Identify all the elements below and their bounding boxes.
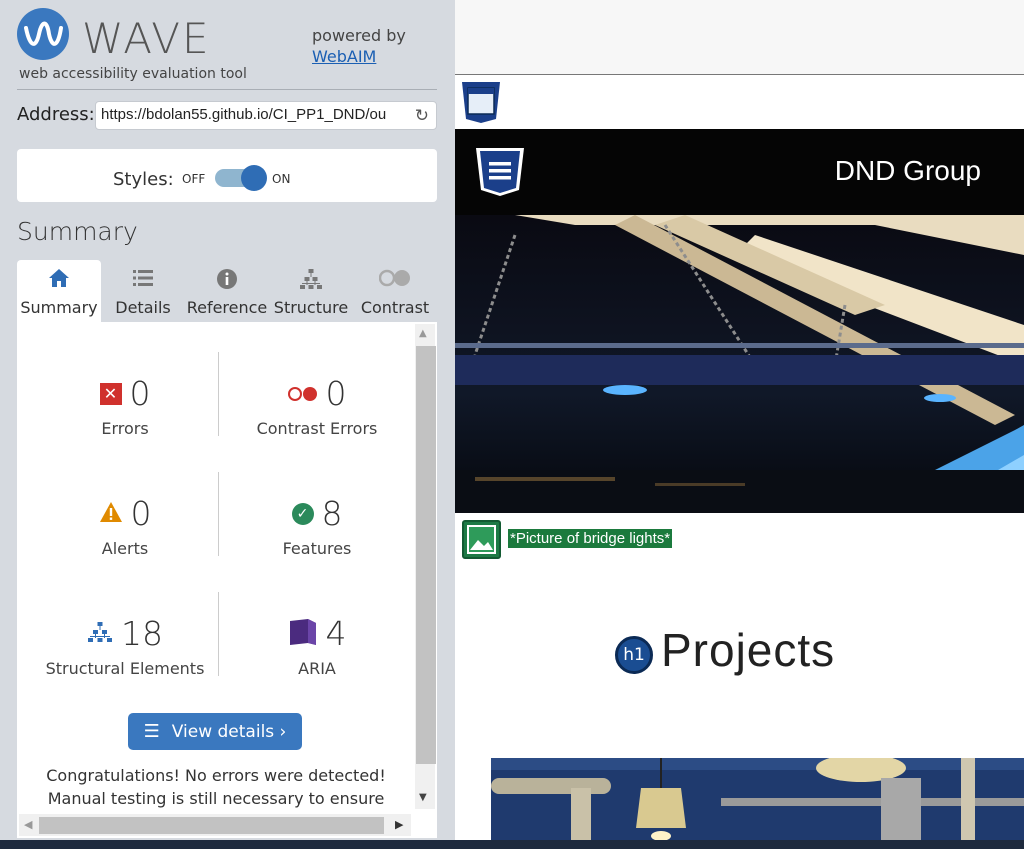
styles-label: Styles: bbox=[113, 169, 174, 190]
webaim-link[interactable]: WebAIM bbox=[312, 47, 406, 66]
tab-contrast[interactable]: Contrast bbox=[353, 260, 437, 322]
aria-icon bbox=[288, 617, 318, 651]
address-label: Address: bbox=[17, 104, 95, 125]
tab-summary[interactable]: Summary bbox=[17, 260, 101, 322]
home-icon bbox=[17, 268, 101, 294]
stat-aria[interactable]: 4 ARIA bbox=[217, 614, 417, 678]
toggle-knob[interactable] bbox=[241, 165, 267, 191]
features-label: Features bbox=[282, 539, 352, 558]
stat-contrast-errors[interactable]: 0 Contrast Errors bbox=[217, 374, 417, 438]
styles-on-label: ON bbox=[272, 172, 291, 186]
aria-count: 4 bbox=[325, 614, 347, 653]
styles-toggle-panel: Styles: OFF ON bbox=[17, 149, 437, 202]
projects-image bbox=[491, 758, 1024, 849]
list-icon: ☰ bbox=[143, 721, 160, 742]
site-brand[interactable]: DND Group bbox=[835, 155, 981, 187]
errors-label: Errors bbox=[101, 419, 149, 438]
wave-sidebar: WAVE web accessibility evaluation tool p… bbox=[0, 0, 455, 849]
hero-image bbox=[455, 215, 1024, 513]
view-details-button[interactable]: ☰ View details › bbox=[128, 713, 302, 750]
address-field[interactable]: ↻ bbox=[95, 101, 437, 130]
summary-heading: Summary bbox=[17, 217, 138, 246]
errors-count: 0 bbox=[129, 374, 151, 413]
view-details-label: View details › bbox=[171, 722, 287, 742]
horizontal-scrollbar[interactable]: ◀ ▶ bbox=[19, 814, 411, 836]
scroll-left-arrow-icon[interactable]: ◀ bbox=[24, 818, 32, 831]
image-alt-icon[interactable] bbox=[462, 520, 501, 559]
contrast-errors-label: Contrast Errors bbox=[256, 419, 378, 438]
page-preview: DND Group *Picture of bridge lights* h1 … bbox=[455, 0, 1024, 849]
stat-errors[interactable]: ✕ 0 Errors bbox=[25, 374, 225, 438]
wave-logo-icon bbox=[17, 8, 69, 60]
alerts-count: 0 bbox=[130, 494, 152, 533]
alert-icon bbox=[99, 501, 123, 527]
wave-tagline: web accessibility evaluation tool bbox=[19, 66, 247, 82]
info-icon bbox=[185, 268, 269, 294]
structural-count: 18 bbox=[121, 614, 163, 653]
header-divider bbox=[17, 89, 437, 90]
tab-summary-label: Summary bbox=[20, 298, 98, 317]
vertical-scrollbar[interactable]: ▲ ▼ bbox=[415, 324, 436, 809]
tab-structure[interactable]: Structure bbox=[269, 260, 353, 322]
stat-alerts[interactable]: 0 Alerts bbox=[25, 494, 225, 558]
navigation-region-icon[interactable] bbox=[475, 147, 525, 201]
structural-label: Structural Elements bbox=[45, 659, 205, 678]
structural-icon bbox=[87, 621, 113, 647]
contrast-icon bbox=[353, 268, 437, 294]
aria-label: ARIA bbox=[298, 659, 336, 678]
congrats-message: Congratulations! No errors were detected… bbox=[27, 764, 405, 810]
alerts-label: Alerts bbox=[101, 539, 149, 558]
preview-top-area bbox=[455, 0, 1024, 75]
styles-off-label: OFF bbox=[182, 172, 206, 186]
h1-heading-icon[interactable]: h1 bbox=[615, 636, 653, 674]
scroll-right-arrow-icon[interactable]: ▶ bbox=[395, 818, 403, 831]
horizontal-scroll-thumb[interactable] bbox=[39, 817, 384, 834]
tab-details[interactable]: Details bbox=[101, 260, 185, 322]
tab-reference-label: Reference bbox=[186, 298, 268, 317]
summary-content: ✕ 0 Errors 0 Contrast Errors 0 Alerts ✓ 8 … bbox=[17, 322, 437, 838]
taskbar-strip bbox=[0, 840, 1024, 849]
list-icon bbox=[101, 268, 185, 294]
wave-logo-text: WAVE bbox=[82, 14, 211, 63]
powered-by-text: powered by bbox=[312, 26, 406, 45]
error-icon: ✕ bbox=[99, 382, 122, 405]
site-header: DND Group bbox=[455, 129, 1024, 215]
features-count: 8 bbox=[321, 494, 343, 533]
stat-features[interactable]: ✓ 8 Features bbox=[217, 494, 417, 558]
vertical-scroll-thumb[interactable] bbox=[416, 346, 436, 764]
styles-toggle[interactable] bbox=[215, 165, 267, 191]
stat-structural[interactable]: 18 Structural Elements bbox=[25, 614, 225, 678]
congrats-line-2: Manual testing is still necessary to ens… bbox=[47, 789, 385, 808]
image-alt-text: *Picture of bridge lights* bbox=[508, 529, 673, 548]
tab-details-label: Details bbox=[115, 298, 171, 317]
tab-bar: Summary Details Reference Structure Cont… bbox=[17, 260, 437, 322]
powered-by: powered by WebAIM bbox=[312, 26, 406, 66]
tab-structure-label: Structure bbox=[273, 298, 349, 317]
congrats-line-1: Congratulations! No errors were detected… bbox=[46, 766, 386, 785]
document-region-icon[interactable] bbox=[460, 81, 502, 123]
reload-icon[interactable]: ↻ bbox=[415, 106, 429, 126]
tab-contrast-label: Contrast bbox=[360, 298, 430, 317]
contrast-errors-count: 0 bbox=[325, 374, 347, 413]
structure-icon bbox=[269, 268, 353, 294]
tab-reference[interactable]: Reference bbox=[185, 260, 269, 322]
contrast-error-icon bbox=[287, 386, 318, 401]
address-input[interactable] bbox=[101, 106, 406, 123]
projects-heading: Projects bbox=[661, 624, 836, 676]
feature-check-icon: ✓ bbox=[291, 502, 314, 525]
scroll-down-arrow-icon[interactable]: ▼ bbox=[419, 792, 427, 803]
scroll-up-arrow-icon[interactable]: ▲ bbox=[419, 328, 427, 339]
